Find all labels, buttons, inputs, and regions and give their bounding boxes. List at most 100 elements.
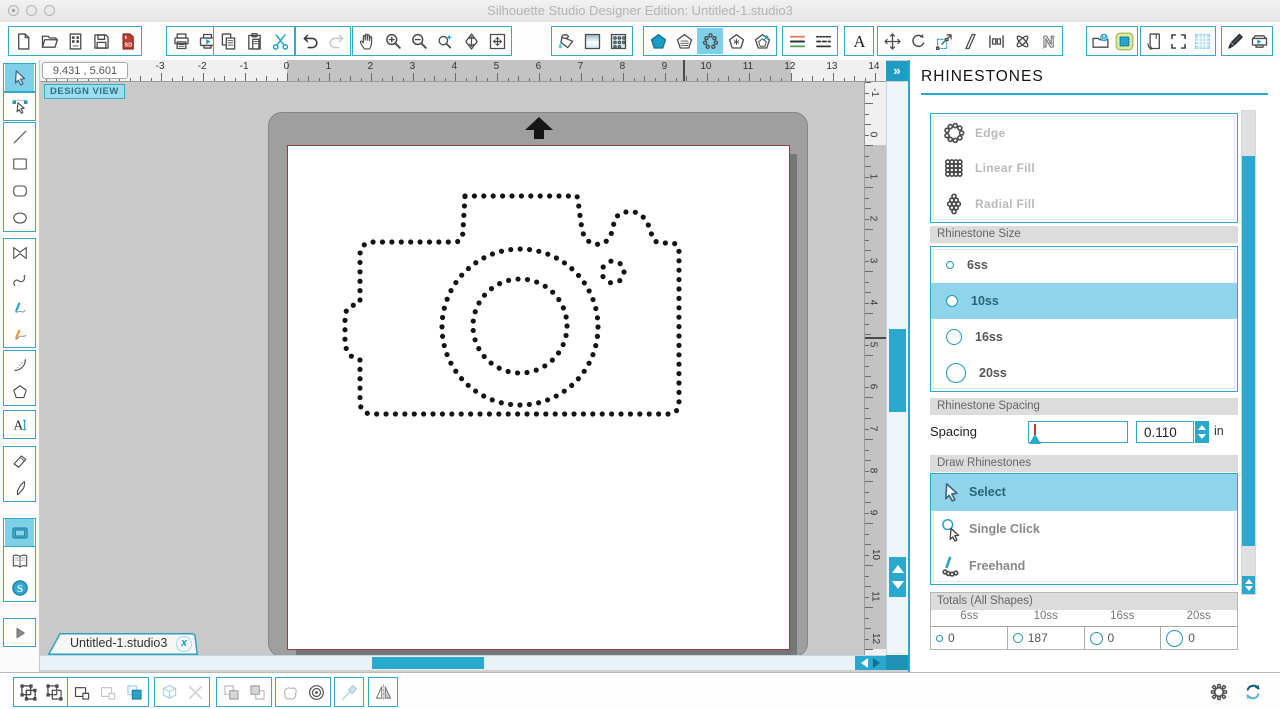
scale-icon[interactable]: [931, 28, 957, 54]
fit-to-page-icon[interactable]: [484, 28, 510, 54]
rotate-icon[interactable]: [905, 28, 931, 54]
document-tab[interactable]: Untitled-1.studio3 x: [48, 633, 198, 655]
draw-polygon-icon[interactable]: [5, 239, 34, 266]
undo-icon[interactable]: [297, 28, 323, 54]
horizontal-scrollbar-thumb[interactable]: [372, 657, 484, 669]
draw-smooth-freehand-icon[interactable]: [5, 320, 34, 347]
effect-option-linear-fill[interactable]: Linear Fill: [931, 151, 1237, 185]
nesting-icon[interactable]: N: [1035, 28, 1061, 54]
store-icon[interactable]: S: [5, 574, 34, 601]
scroll-down-button[interactable]: [891, 581, 904, 589]
vertical-scrollbar-thumb[interactable]: [889, 329, 906, 412]
save-library-icon[interactable]: SD: [114, 28, 140, 54]
text-tool-icon[interactable]: A: [5, 411, 34, 438]
save-icon[interactable]: [88, 28, 114, 54]
panel-scrollbar-thumb[interactable]: [1242, 546, 1255, 576]
size-option-10ss[interactable]: 10ss: [931, 283, 1237, 319]
new-document-icon[interactable]: [10, 28, 36, 54]
size-option-16ss[interactable]: 16ss: [931, 319, 1237, 355]
send-backward-icon[interactable]: [244, 679, 270, 705]
page-tool-icon[interactable]: [5, 519, 34, 546]
preview-icon[interactable]: [5, 619, 34, 646]
stipple-icon[interactable]: [723, 28, 749, 54]
text-icon[interactable]: A: [846, 28, 872, 54]
ruler-expand-button[interactable]: »: [886, 61, 908, 81]
grid-icon[interactable]: [1190, 28, 1214, 54]
open-icon[interactable]: [36, 28, 62, 54]
shear-icon[interactable]: [957, 28, 983, 54]
knife-icon[interactable]: [5, 474, 34, 501]
panel-scrollbar-thumb[interactable]: [1242, 111, 1255, 156]
design-canvas[interactable]: DESIGN VIEW Untitled-1.studio3 x: [40, 82, 864, 655]
gradient-fill-icon[interactable]: [579, 28, 605, 54]
panel-scrollbar[interactable]: [1241, 110, 1256, 595]
vertical-scrollbar[interactable]: [886, 82, 908, 655]
spacing-slider[interactable]: [1028, 421, 1128, 444]
registration-marks-icon[interactable]: [1166, 28, 1190, 54]
print-icon[interactable]: [168, 28, 194, 54]
point-edit-icon[interactable]: [5, 93, 34, 120]
draw-tool-freehand[interactable]: Freehand: [931, 547, 1237, 584]
draw-rectangle-icon[interactable]: [5, 150, 34, 177]
make-compound-icon[interactable]: [69, 679, 95, 705]
size-option-6ss[interactable]: 6ss: [931, 247, 1237, 283]
group-icon[interactable]: [15, 679, 41, 705]
pick-style-icon[interactable]: [336, 679, 362, 705]
paste-icon[interactable]: [241, 28, 267, 54]
trace-icon[interactable]: [1112, 28, 1136, 54]
zoom-drag-icon[interactable]: [458, 28, 484, 54]
pattern-fill-icon[interactable]: [605, 28, 631, 54]
weld-icon[interactable]: [156, 679, 182, 705]
fill-color-icon[interactable]: [553, 28, 579, 54]
scroll-left-button[interactable]: [860, 658, 868, 668]
emboss-icon[interactable]: [645, 28, 671, 54]
page-setup-icon[interactable]: [1142, 28, 1166, 54]
draw-tool-select[interactable]: Select: [931, 474, 1237, 511]
send-to-silhouette-icon[interactable]: [1247, 28, 1271, 54]
draw-arc-icon[interactable]: [5, 351, 34, 378]
eraser-icon[interactable]: [5, 447, 34, 474]
copy-icon[interactable]: [215, 28, 241, 54]
select-icon[interactable]: [5, 64, 34, 91]
size-option-20ss[interactable]: 20ss: [931, 355, 1237, 391]
offset-icon[interactable]: [749, 28, 775, 54]
divide-icon[interactable]: [182, 679, 208, 705]
draw-curve-icon[interactable]: [5, 266, 34, 293]
panel-scroll-buttons[interactable]: [1242, 576, 1255, 594]
close-tab-button[interactable]: x: [176, 636, 192, 652]
horizontal-scrollbar[interactable]: [40, 655, 886, 670]
object-align-icon[interactable]: [303, 679, 329, 705]
draw-rounded-rectangle-icon[interactable]: [5, 177, 34, 204]
library-icon[interactable]: [5, 547, 34, 574]
sync-icon[interactable]: [1240, 679, 1266, 705]
zoom-in-icon[interactable]: [380, 28, 406, 54]
stepper-up-icon[interactable]: [1198, 425, 1206, 430]
sketch-icon[interactable]: [671, 28, 697, 54]
bring-forward-icon[interactable]: [218, 679, 244, 705]
draw-ellipse-icon[interactable]: [5, 204, 34, 231]
draw-line-icon[interactable]: [5, 123, 34, 150]
settings-gear-icon[interactable]: [1206, 679, 1232, 705]
spacing-icon[interactable]: [983, 28, 1009, 54]
spac­ing-input[interactable]: [1136, 421, 1194, 443]
scroll-right-button[interactable]: [873, 658, 881, 668]
effect-option-edge[interactable]: Edge: [931, 116, 1237, 150]
draw-regular-polygon-icon[interactable]: [5, 378, 34, 405]
effect-option-radial-fill[interactable]: Radial Fill: [931, 187, 1237, 221]
move-icon[interactable]: [879, 28, 905, 54]
panel-scrollbar-track[interactable]: [1242, 156, 1255, 546]
draw-tool-single-click[interactable]: Single Click: [931, 511, 1237, 548]
modify-icon[interactable]: [277, 679, 303, 705]
spacing-slider-thumb[interactable]: [1029, 434, 1041, 444]
page-panel-icon[interactable]: [62, 28, 88, 54]
stepper-down-icon[interactable]: [1198, 434, 1206, 439]
move-to-front-icon[interactable]: [121, 679, 147, 705]
marker-icon[interactable]: [1223, 28, 1247, 54]
redo-icon[interactable]: [323, 28, 349, 54]
scroll-up-button[interactable]: [891, 565, 904, 573]
spacing-stepper[interactable]: [1195, 421, 1209, 443]
ungroup-icon[interactable]: [41, 679, 67, 705]
draw-freehand-icon[interactable]: [5, 293, 34, 320]
twist-icon[interactable]: [1009, 28, 1035, 54]
pan-icon[interactable]: [354, 28, 380, 54]
